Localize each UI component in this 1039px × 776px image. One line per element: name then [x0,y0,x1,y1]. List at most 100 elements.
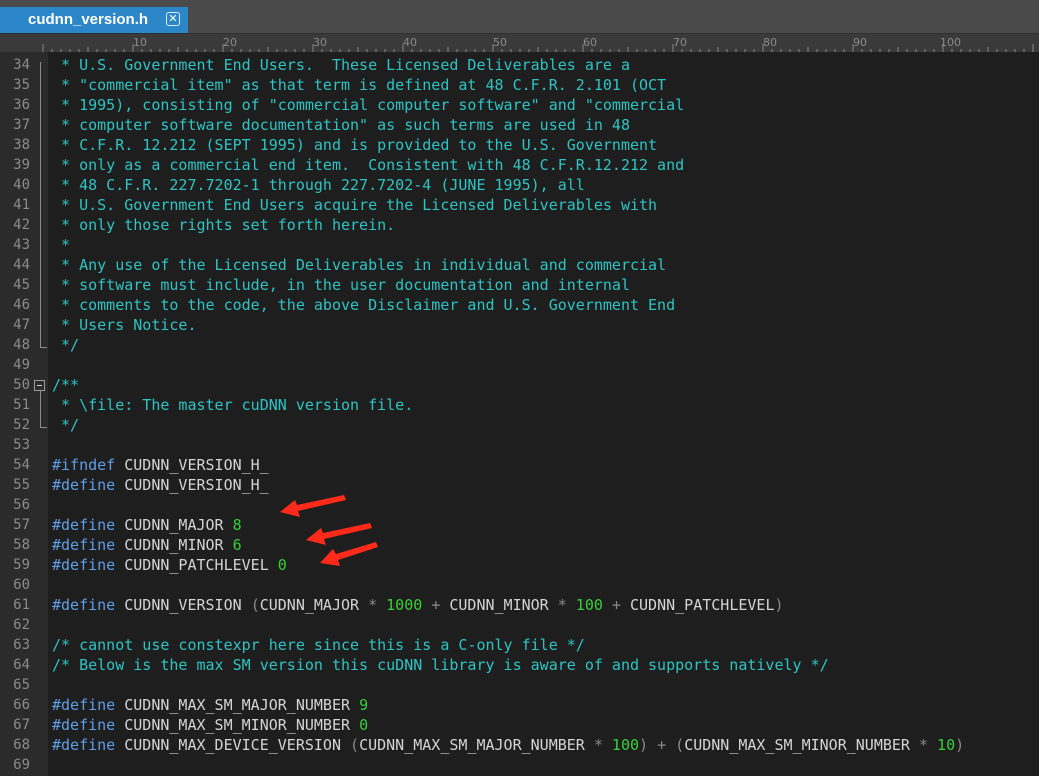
code-line[interactable]: 44 * Any use of the Licensed Deliverable… [0,255,1039,275]
code-line[interactable]: 69 [0,755,1039,775]
code-token: #ifndef [52,456,116,474]
code-token: #define [52,596,116,614]
code-text: #define CUDNN_PATCHLEVEL 0 [52,555,287,575]
tab-cudnn-version-h[interactable]: cudnn_version.h ✕ [0,7,188,33]
code-token: CUDNN_MAX_SM_MINOR_NUMBER [115,716,360,734]
line-number: 44 [13,257,30,273]
code-token: CUDNN_VERSION_H_ [115,476,269,494]
code-line[interactable]: 40 * 48 C.F.R. 227.7202-1 through 227.72… [0,175,1039,195]
code-line[interactable]: 55 #define CUDNN_VERSION_H_ [0,475,1039,495]
code-line[interactable]: 60 [0,575,1039,595]
code-token: + [431,596,441,614]
code-token: CUDNN_PATCHLEVEL [620,596,775,614]
code-line[interactable]: 43 * [0,235,1039,255]
code-line[interactable]: 54 #ifndef CUDNN_VERSION_H_ [0,455,1039,475]
code-line[interactable]: 46 * comments to the code, the above Dis… [0,295,1039,315]
code-line[interactable]: 38 * C.F.R. 12.212 (SEPT 1995) and is pr… [0,135,1039,155]
code-line[interactable]: 41 * U.S. Government End Users acquire t… [0,195,1039,215]
code-token: CUDNN_MINOR [115,536,233,554]
code-token: * [368,596,378,614]
code-token: #define [52,476,116,494]
code-text: #define CUDNN_MAX_SM_MAJOR_NUMBER 9 [52,695,368,715]
code-text: #define CUDNN_MAX_DEVICE_VERSION (CUDNN_… [52,735,964,755]
code-token: * 48 C.F.R. 227.7202-1 through 227.7202-… [52,176,585,194]
code-token: CUDNN_MAX_SM_MAJOR_NUMBER [359,736,594,754]
line-number: 35 [13,77,30,93]
code-token: CUDNN_MAJOR [259,596,369,614]
code-text: * "commercial item" as that term is defi… [52,75,666,95]
code-token: CUDNN_MAX_SM_MINOR_NUMBER [684,736,919,754]
ruler-label: 40 [403,36,417,49]
tab-bar: cudnn_version.h ✕ [0,0,1039,34]
code-line[interactable]: 64 /* Below is the max SM version this cu… [0,655,1039,675]
code-line[interactable]: 34 * U.S. Government End Users. These Li… [0,55,1039,75]
code-token: * Any use of the Licensed Deliverables i… [52,256,667,274]
code-token: * 1995), consisting of "commercial compu… [52,96,685,114]
code-line[interactable]: 58 #define CUDNN_MINOR 6 [0,535,1039,555]
code-token: /* Below is the max SM version this cuDN… [52,656,829,674]
code-token: 10 [928,736,956,754]
line-number: 64 [13,657,30,673]
code-editor[interactable]: 34 * U.S. Government End Users. These Li… [0,52,1039,776]
code-text: /* cannot use constexpr here since this … [52,635,585,655]
code-token: * [557,596,567,614]
code-token: * [593,736,603,754]
line-number: 67 [13,717,30,733]
code-line[interactable]: 37 * computer software documentation" as… [0,115,1039,135]
code-token: 100 [566,596,612,614]
code-token: /** [52,376,80,394]
line-number: 54 [13,457,30,473]
line-number: 66 [13,697,30,713]
code-line[interactable]: 61 #define CUDNN_VERSION (CUDNN_MAJOR * 1… [0,595,1039,615]
code-token: CUDNN_MAX_DEVICE_VERSION [115,736,351,754]
code-line[interactable]: 67 #define CUDNN_MAX_SM_MINOR_NUMBER 0 [0,715,1039,735]
code-line[interactable]: 52 */ [0,415,1039,435]
line-number: 39 [13,157,30,173]
code-token: 0 [359,716,369,734]
line-number: 57 [13,517,30,533]
code-token: CUDNN_MINOR [440,596,558,614]
code-token: 6 [232,536,242,554]
code-text: * comments to the code, the above Discla… [52,295,675,315]
code-line[interactable]: 49 [0,355,1039,375]
ruler-label: 30 [313,36,327,49]
code-token: * software must include, in the user doc… [52,276,630,294]
code-token: * \file: The master cuDNN version file. [52,396,414,414]
code-token: CUDNN_MAX_SM_MAJOR_NUMBER [115,696,360,714]
line-number: 58 [13,537,30,553]
code-line[interactable]: 39 * only as a commercial end item. Cons… [0,155,1039,175]
code-line[interactable]: 62 [0,615,1039,635]
close-icon[interactable]: ✕ [166,12,180,26]
line-number: 36 [13,97,30,113]
code-line[interactable]: 45 * software must include, in the user … [0,275,1039,295]
code-text: #define CUDNN_MAX_SM_MINOR_NUMBER 0 [52,715,368,735]
code-text: * software must include, in the user doc… [52,275,630,295]
code-line[interactable]: 35 * "commercial item" as that term is d… [0,75,1039,95]
code-line[interactable]: 68 #define CUDNN_MAX_DEVICE_VERSION (CUDN… [0,735,1039,755]
code-line[interactable]: 48 */ [0,335,1039,355]
code-token: ( [250,596,260,614]
code-line[interactable]: 50 /** [0,375,1039,395]
code-token: CUDNN_PATCHLEVEL [115,556,278,574]
code-line[interactable]: 65 [0,675,1039,695]
code-token: 0 [277,556,287,574]
code-line[interactable]: 36 * 1995), consisting of "commercial co… [0,95,1039,115]
line-number: 63 [13,637,30,653]
red-arrow-icon [280,495,346,517]
line-number: 49 [13,357,30,373]
line-number: 59 [13,557,30,573]
code-line[interactable]: 51 * \file: The master cuDNN version fil… [0,395,1039,415]
code-line[interactable]: 53 [0,435,1039,455]
ruler-label: 60 [583,36,597,49]
code-line[interactable]: 59 #define CUDNN_PATCHLEVEL 0 [0,555,1039,575]
code-token: */ [52,416,80,434]
code-text: */ [52,335,79,355]
code-line[interactable]: 63 /* cannot use constexpr here since thi… [0,635,1039,655]
code-line[interactable]: 56 [0,495,1039,515]
code-line[interactable]: 42 * only those rights set forth herein. [0,215,1039,235]
code-line[interactable]: 66 #define CUDNN_MAX_SM_MAJOR_NUMBER 9 [0,695,1039,715]
code-line[interactable]: 47 * Users Notice. [0,315,1039,335]
code-line[interactable]: 57 #define CUDNN_MAJOR 8 [0,515,1039,535]
code-text: #define CUDNN_MINOR 6 [52,535,242,555]
code-token: CUDNN_MAJOR [115,516,233,534]
